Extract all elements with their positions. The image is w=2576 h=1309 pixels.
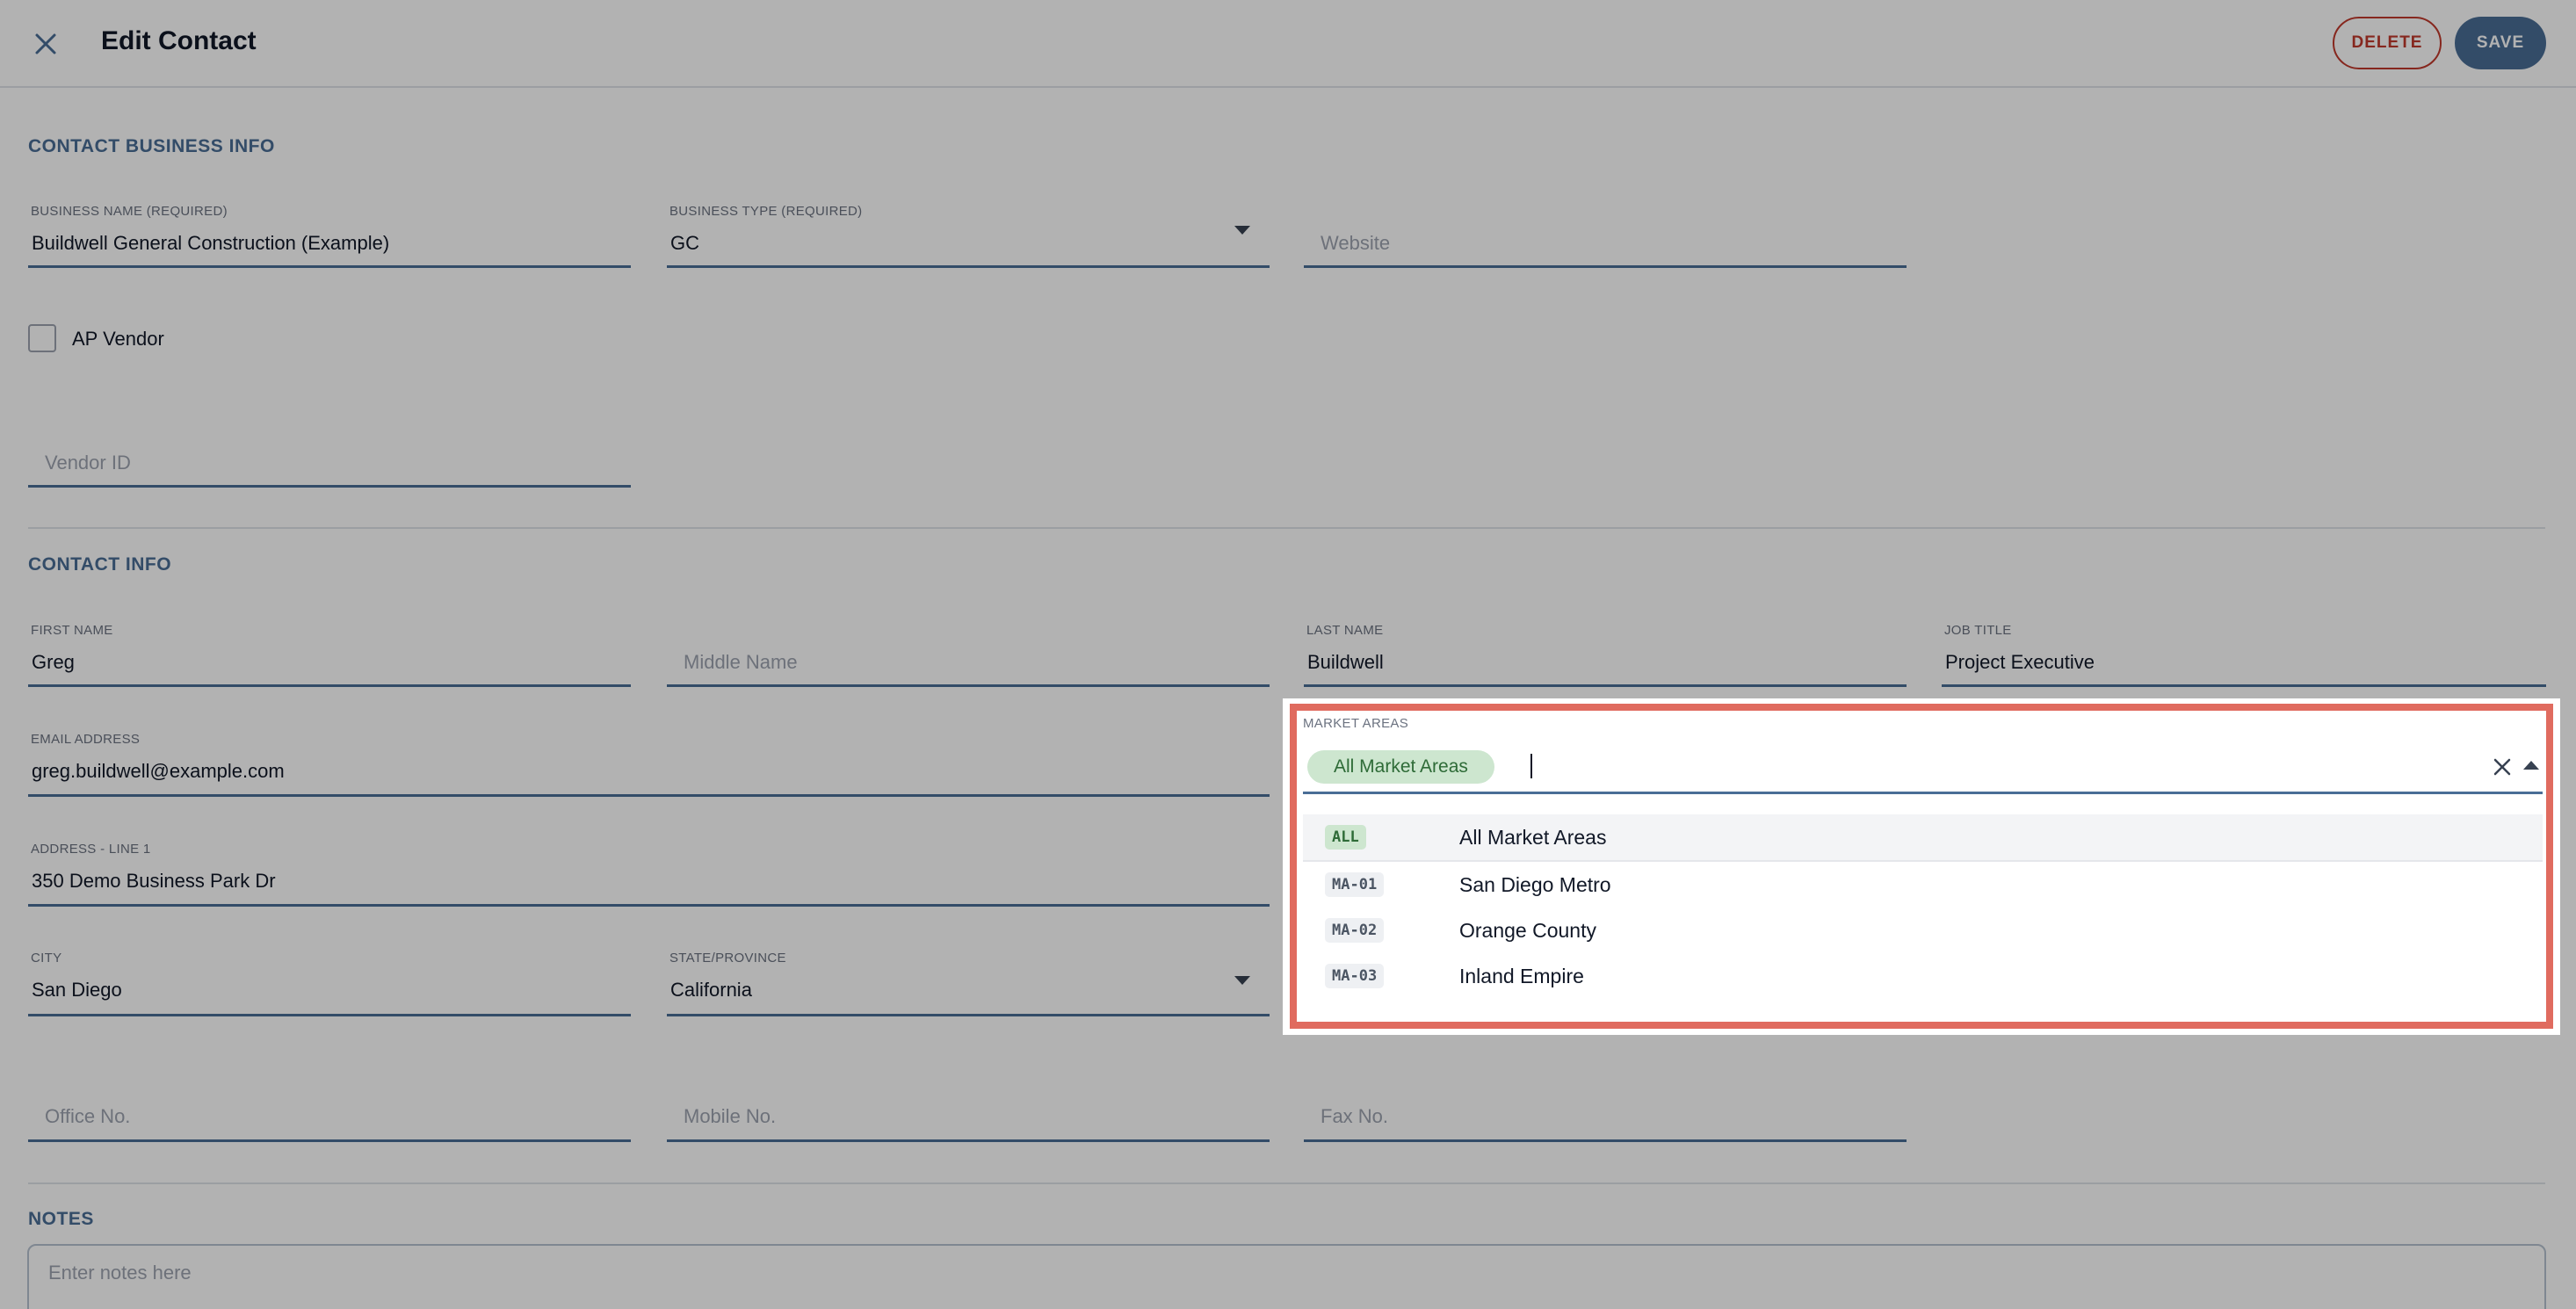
selected-chip[interactable]: All Market Areas [1307,750,1494,784]
option-code: MA-01 [1325,872,1385,897]
option-ma-03[interactable]: MA-03 Inland Empire [1303,953,2543,999]
modal-overlay [0,0,2576,1309]
option-code: MA-03 [1325,964,1385,988]
option-ma-01[interactable]: MA-01 San Diego Metro [1303,862,2543,908]
edit-contact-page: Edit Contact DELETE SAVE CONTACT BUSINES… [0,0,2576,1309]
option-ma-02[interactable]: MA-02 Orange County [1303,908,2543,953]
clear-button[interactable] [2488,753,2516,781]
text-cursor [1530,754,1532,778]
market-areas-panel: MARKET AREAS All Market Areas ALL All Ma… [1283,698,2560,1035]
option-all[interactable]: ALL All Market Areas [1303,814,2543,860]
chevron-up-icon[interactable] [2523,761,2539,770]
option-code: MA-02 [1325,918,1385,943]
option-code: ALL [1325,825,1366,850]
market-areas-input[interactable]: All Market Areas [1303,740,2543,794]
option-name: All Market Areas [1459,826,1607,849]
clear-icon [2493,758,2511,776]
option-name: Inland Empire [1459,965,1584,987]
option-name: Orange County [1459,919,1596,942]
market-areas-label: MARKET AREAS [1303,716,1409,731]
option-name: San Diego Metro [1459,873,1611,896]
